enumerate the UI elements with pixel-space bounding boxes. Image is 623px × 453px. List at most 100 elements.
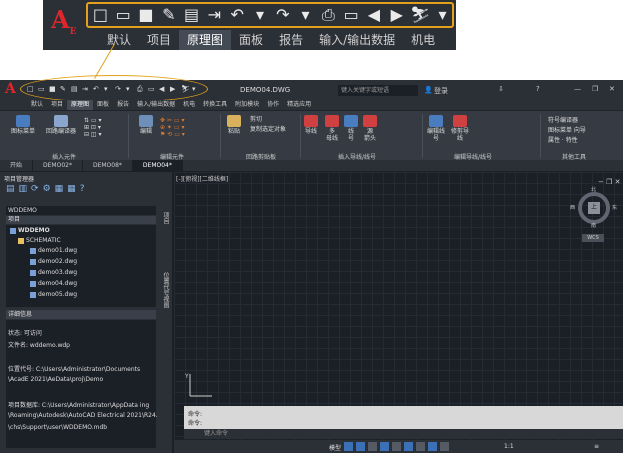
quick-access-icon[interactable]: ↷ (115, 85, 123, 94)
quick-access-icon[interactable]: ⎙ (137, 85, 145, 94)
osnap-toggle[interactable] (404, 442, 413, 451)
attributes-button[interactable]: 属性 · 特性 (548, 137, 578, 144)
minimize-icon[interactable]: — (574, 85, 581, 93)
grid-toggle[interactable] (344, 442, 353, 451)
details-header[interactable]: 详细信息 (6, 310, 156, 319)
tree-file[interactable]: demo03.dwg (30, 269, 77, 277)
quick-access-icon[interactable]: ⛷ (181, 85, 190, 94)
ribbon-tab[interactable]: 默认 (99, 30, 139, 50)
command-input[interactable]: 键入命令 (184, 429, 623, 439)
quick-access-icon[interactable]: ▤ (182, 5, 201, 25)
tree-file[interactable]: demo05.dwg (30, 291, 77, 299)
ribbon-tab[interactable]: 附加模块 (231, 100, 263, 110)
insert-tools[interactable]: ⇅ ▭ ▾ ⊞ ⊡ ▾ ⊟ ◫ ▾ (84, 117, 124, 138)
quick-access-icon[interactable]: □ (91, 5, 110, 25)
symbol-builder-button[interactable]: 符号编译器 (548, 117, 578, 124)
quick-access-icon[interactable]: □ (27, 85, 35, 94)
quick-access-icon[interactable]: ▭ (148, 85, 156, 94)
user-icon[interactable]: 👤 (424, 86, 433, 94)
quick-access-icon[interactable]: ▾ (296, 5, 315, 25)
search-input[interactable]: 键入关键字或短语 (338, 85, 418, 96)
quick-access-icon[interactable]: ▶ (387, 5, 406, 25)
scale-display[interactable]: 1:1 (504, 443, 514, 450)
document-tab[interactable]: 开始 (0, 160, 34, 171)
close-icon[interactable]: ✕ (609, 85, 615, 93)
ribbon-tab[interactable]: 报告 (271, 30, 311, 50)
ribbon-tab[interactable]: 原理图 (179, 30, 232, 50)
quick-access-icon[interactable]: ⎙ (319, 5, 338, 25)
viewport-label[interactable]: [-][俯视][二维线框] (176, 174, 229, 183)
tree-file[interactable]: demo01.dwg (30, 247, 77, 255)
wire-button[interactable]: 导线 (304, 115, 318, 135)
quick-access-icon[interactable]: ▾ (251, 5, 270, 25)
tree-root[interactable]: WDDEMO (10, 227, 50, 235)
edit-button[interactable]: 编辑 (134, 115, 158, 135)
help-icon[interactable]: ? (536, 85, 540, 93)
ribbon-tab[interactable]: 精选应用 (283, 100, 315, 110)
quick-access-icon[interactable]: ✎ (159, 5, 178, 25)
multi-bus-button[interactable]: 多母线 (324, 115, 340, 142)
ribbon-tab[interactable]: 转换工具 (199, 100, 231, 110)
quick-access-icon[interactable]: ▭ (342, 5, 361, 25)
settings-icon[interactable]: ⚙ (43, 184, 51, 194)
quick-access-icon[interactable]: ▭ (114, 5, 133, 25)
quick-access-icon[interactable]: ▾ (104, 85, 112, 94)
quick-access-icon[interactable]: ↶ (228, 5, 247, 25)
model-tab[interactable]: 模型 (329, 443, 341, 452)
quick-access-icon[interactable]: ✎ (60, 85, 68, 94)
quick-access-icon[interactable]: ▾ (192, 85, 200, 94)
annotation-toggle[interactable] (428, 442, 437, 451)
quick-access-icon[interactable]: ▶ (170, 85, 178, 94)
ribbon-tab[interactable]: 默认 (27, 100, 47, 110)
cart-icon[interactable]: ⇩ (498, 85, 504, 93)
ribbon-tab[interactable]: 面板 (231, 30, 271, 50)
source-arrow-button[interactable]: 源箭头 (362, 115, 378, 142)
quick-access-icon[interactable]: ▾ (126, 85, 134, 94)
ribbon-tab[interactable]: 项目 (139, 30, 179, 50)
tree-folder[interactable]: SCHEMATIC (18, 237, 61, 245)
quick-access-icon[interactable]: ■ (49, 85, 57, 94)
ribbon-tab[interactable]: 项目 (47, 100, 67, 110)
view-cube[interactable]: 上 (588, 202, 600, 214)
icon-menu-wizard-button[interactable]: 图标菜单 向导 (548, 127, 586, 134)
new-project-icon[interactable]: ▥ (19, 184, 28, 194)
tree-file[interactable]: demo02.dwg (30, 258, 77, 266)
isodraft-toggle[interactable] (392, 442, 401, 451)
help-icon[interactable]: ? (80, 184, 85, 194)
customize-icon[interactable]: ≡ (594, 443, 599, 450)
login-button[interactable]: 登录 (434, 86, 448, 96)
quick-access-icon[interactable]: ▭ (38, 85, 46, 94)
workspace-toggle[interactable] (440, 442, 449, 451)
quick-access-icon[interactable]: ◀ (159, 85, 167, 94)
ribbon-tab[interactable]: 机电 (179, 100, 199, 110)
ribbon-tab[interactable]: 协作 (263, 100, 283, 110)
icon-menu-button[interactable]: 图标菜单 (6, 115, 40, 135)
wcs-menu[interactable]: WCS (582, 234, 604, 242)
polar-toggle[interactable] (380, 442, 389, 451)
ortho-toggle[interactable] (368, 442, 377, 451)
circuit-builder-button[interactable]: 回路编译器 (42, 115, 80, 135)
project-selector[interactable]: WDDEMO (6, 206, 156, 215)
trim-wire-button[interactable]: 修剪导线 (450, 115, 470, 142)
quick-access-icon[interactable]: ■ (137, 5, 156, 25)
folder-open-icon[interactable]: ▦ (67, 184, 76, 194)
side-tab-project[interactable]: 项目 (161, 212, 170, 224)
snap-toggle[interactable] (356, 442, 365, 451)
document-tab[interactable]: DEMO04* (132, 160, 183, 171)
document-tab[interactable]: DEMO08* (83, 160, 133, 171)
folder-icon[interactable]: ▦ (55, 184, 64, 194)
document-tab[interactable]: DEMO02* (33, 160, 83, 171)
ribbon-tab[interactable]: 原理图 (67, 100, 94, 110)
quick-access-icon[interactable]: ⛷ (410, 5, 430, 25)
lineweight-toggle[interactable] (416, 442, 425, 451)
tree-file[interactable]: demo04.dwg (30, 280, 77, 288)
restore-icon[interactable]: ❐ (592, 85, 598, 93)
edit-component-tools[interactable]: ✥ ✂ ▭ ▾ ⊕ ✦ ▭ ▾ ⚑ ⟲ ▭ ▾ (160, 117, 220, 138)
wire-number-button[interactable]: 线号 (344, 115, 358, 142)
ribbon-tab[interactable]: 输入/输出数据 (311, 30, 403, 50)
quick-access-icon[interactable]: ▤ (71, 85, 79, 94)
quick-access-icon[interactable]: ◀ (365, 5, 384, 25)
cut-button[interactable]: 剪切 (250, 116, 262, 123)
quick-access-icon[interactable]: ↷ (273, 5, 292, 25)
paste-button[interactable]: 粘贴 (224, 115, 244, 135)
